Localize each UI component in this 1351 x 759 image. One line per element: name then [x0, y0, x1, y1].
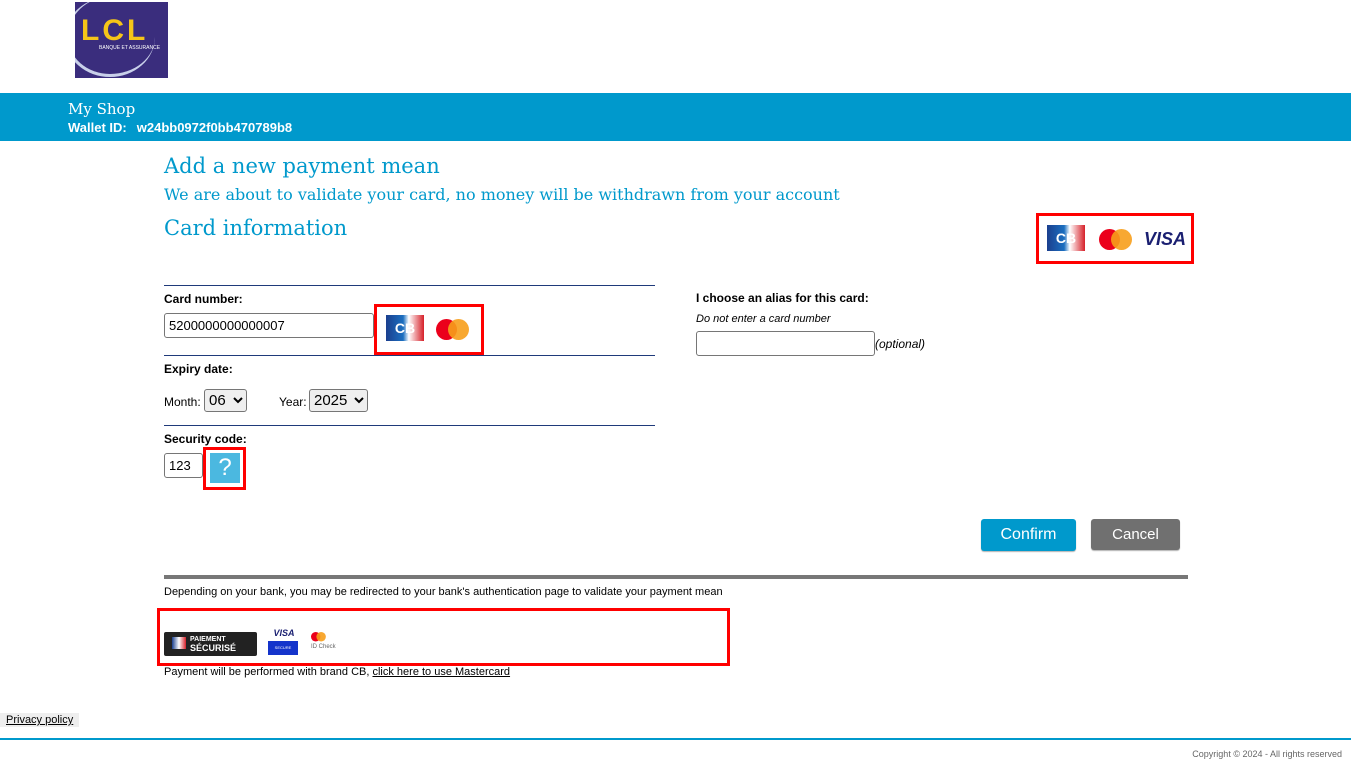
visa-secure-logo: VISA: [273, 628, 295, 638]
cb-icon: CB: [1047, 225, 1085, 251]
shop-name: My Shop: [68, 100, 136, 118]
divider: [164, 285, 655, 286]
month-label: Month:: [164, 395, 201, 409]
confirm-button[interactable]: Confirm: [981, 519, 1076, 551]
alias-optional: (optional): [875, 337, 926, 351]
accepted-brands: CB VISA: [1036, 213, 1194, 264]
visa-secure-badge: SECURE: [268, 641, 298, 655]
wallet-id: Wallet ID: w24bb0972f0bb470789b8: [68, 120, 293, 135]
divider: [164, 355, 655, 356]
alias-input[interactable]: [696, 331, 875, 356]
security-badges: PAIEMENT SÉCURISÉ VISA SECURE ID Check: [157, 608, 730, 666]
section-title: Card information: [164, 216, 348, 240]
mastercard-icon: [1099, 229, 1133, 251]
lcl-logo: LCL BANQUE ET ASSURANCE: [75, 2, 168, 78]
help-icon[interactable]: ?: [210, 453, 240, 483]
privacy-policy-link[interactable]: Privacy policy: [0, 713, 80, 727]
mastercard-idcheck-icon: [311, 632, 326, 642]
expiry-label: Expiry date:: [164, 362, 233, 376]
use-mastercard-link[interactable]: click here to use Mastercard: [372, 666, 510, 678]
cb-brand-select-icon[interactable]: CB: [386, 315, 424, 341]
card-number-input[interactable]: [164, 313, 374, 338]
security-code-input[interactable]: [164, 453, 203, 478]
security-code-label: Security code:: [164, 432, 247, 446]
detected-brands[interactable]: CB: [374, 304, 484, 355]
divider: [164, 425, 655, 426]
visa-icon: VISA: [1144, 229, 1187, 249]
card-number-label: Card number:: [164, 292, 243, 306]
security-help-box[interactable]: ?: [203, 447, 246, 490]
mastercard-brand-select-icon[interactable]: [436, 319, 470, 341]
month-select[interactable]: 06: [204, 389, 247, 412]
brand-notice: Payment will be performed with brand CB,…: [164, 666, 511, 678]
footer-divider: [0, 738, 1351, 740]
divider: [164, 575, 1188, 579]
page-subtitle: We are about to validate your card, no m…: [164, 185, 840, 204]
copyright: Copyright © 2024 - All rights reserved: [1192, 749, 1342, 759]
cb-lock-icon: [172, 637, 186, 649]
paiement-securise-badge: PAIEMENT SÉCURISÉ: [164, 632, 257, 656]
page-title: Add a new payment mean: [164, 154, 440, 178]
year-label: Year:: [279, 395, 307, 409]
alias-label: I choose an alias for this card:: [696, 291, 869, 305]
year-select[interactable]: 2025: [309, 389, 368, 412]
alias-hint: Do not enter a card number: [696, 313, 831, 325]
id-check-label: ID Check: [311, 644, 336, 650]
cancel-button[interactable]: Cancel: [1091, 519, 1180, 550]
bank-redirect-notice: Depending on your bank, you may be redir…: [164, 586, 723, 598]
header-band: My Shop Wallet ID: w24bb0972f0bb470789b8: [0, 93, 1351, 141]
